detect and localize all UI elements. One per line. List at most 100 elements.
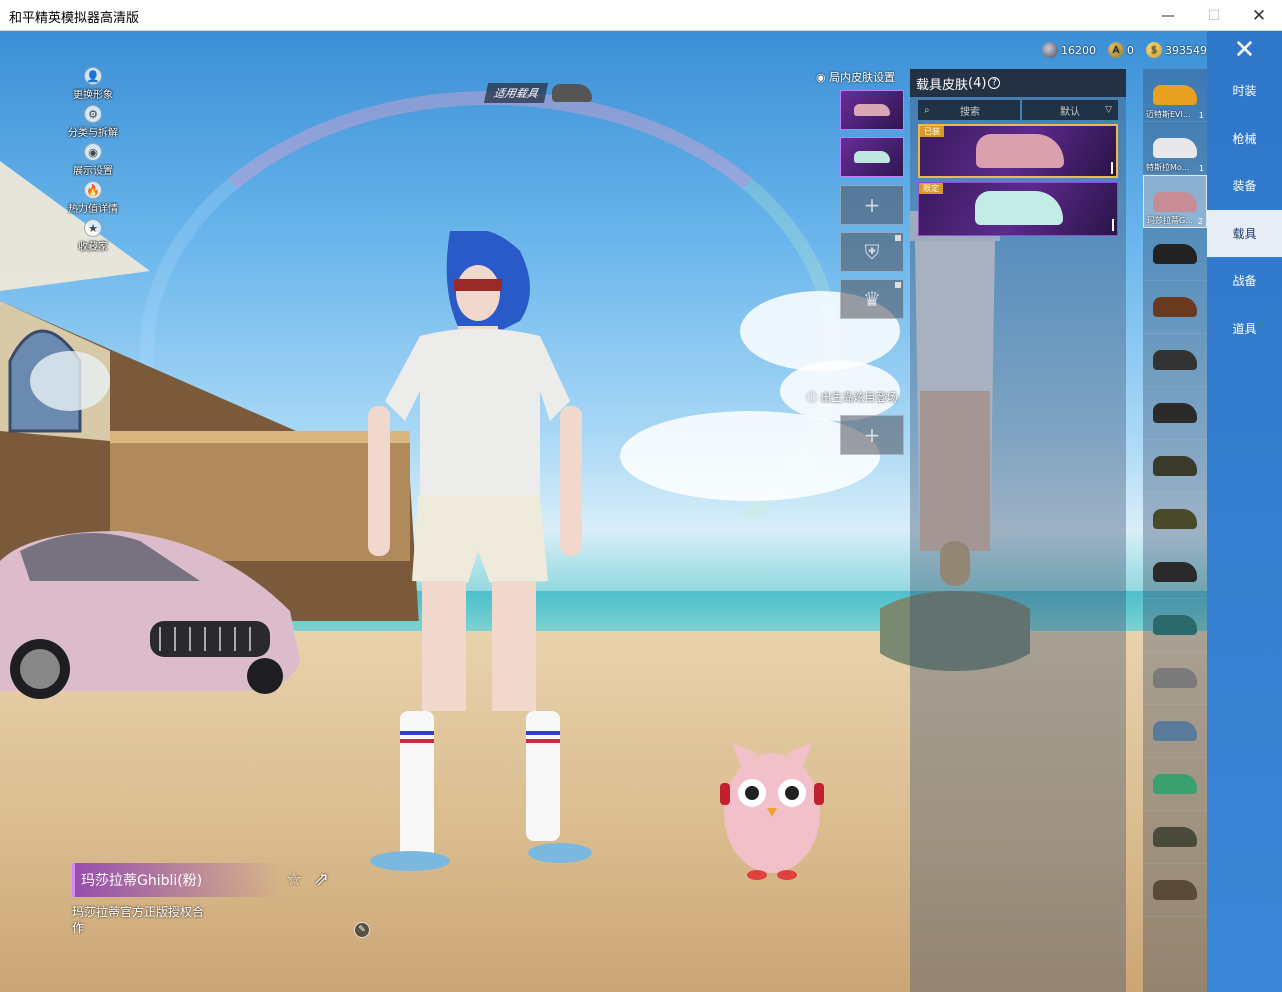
help-icon: ⓘ <box>806 391 821 404</box>
add-skin-slot-button[interactable]: + <box>840 185 904 225</box>
vehicle-item[interactable] <box>1143 652 1207 705</box>
sort-dropdown[interactable]: 默认 ▽ <box>1022 100 1118 120</box>
close-panel-button[interactable]: ✕ <box>1207 31 1282 69</box>
menu-label: 热力值详情 <box>68 204 118 215</box>
jeep-icon <box>1153 456 1197 476</box>
chevron-down-icon: ▽ <box>1105 105 1112 115</box>
gold-amount: 393549 <box>1165 43 1207 57</box>
applicable-vehicle-tag: 适用载具 <box>483 80 592 106</box>
change-appearance-item[interactable]: 👤 更换形象 <box>56 67 130 105</box>
vehicle-item[interactable] <box>1143 546 1207 599</box>
vehicle-item-selected[interactable]: 玛莎拉蒂G... 2 <box>1143 175 1207 228</box>
sort-label: 默认 <box>1060 106 1080 118</box>
vehicle-list: 迈特斯EVI... 1 特斯拉Mo... 1 玛莎拉蒂G... 2 <box>1143 69 1207 992</box>
menu-label: 展示设置 <box>73 166 113 177</box>
in-match-skin-settings-label[interactable]: ◉ 局内皮肤设置 <box>816 69 895 85</box>
vehicle-skin-panel: 载具皮肤 (4) ? ⌕ 搜索 默认 ▽ 已装 限定 <box>910 69 1126 992</box>
vehicle-item[interactable] <box>1143 493 1207 546</box>
category-sidebar: ✕ 时装 枪械 装备 载具 战备 道具 <box>1207 31 1282 992</box>
tab-equipment[interactable]: 装备 <box>1207 162 1282 209</box>
minimize-button[interactable]: — <box>1145 0 1191 31</box>
tab-vehicles[interactable]: 载具 <box>1207 210 1282 257</box>
license-text: 玛莎拉蒂官方正版授权合作 <box>72 905 205 935</box>
currency-bar: 16200 A 0 $ 393549 <box>1042 40 1207 60</box>
heat-value-item[interactable]: 🔥 热力值详情 <box>56 181 130 219</box>
close-window-button[interactable]: ✕ <box>1236 0 1282 31</box>
locked-slot-shield[interactable]: ⛨ <box>840 232 904 272</box>
car-icon <box>975 191 1063 225</box>
vehicle-item[interactable] <box>1143 387 1207 440</box>
skin-slot-1[interactable] <box>840 90 904 130</box>
vehicle-item[interactable] <box>1143 228 1207 281</box>
skin-card-pink[interactable]: 已装 <box>918 124 1118 178</box>
car-icon <box>1153 721 1197 741</box>
gem-amount: 16200 <box>1061 43 1096 57</box>
vehicle-item[interactable]: 迈特斯EVI... 1 <box>1143 69 1207 122</box>
vehicle-item[interactable] <box>1143 334 1207 387</box>
collector-item[interactable]: ★ 收藏家 <box>56 219 130 257</box>
truck-icon <box>1153 827 1197 847</box>
menu-label: 分类与拆解 <box>68 128 118 139</box>
panel-title: 载具皮肤 <box>916 77 969 93</box>
birth-island-entrance-label[interactable]: ⓘ 出生岛炫目登场 <box>806 389 898 405</box>
indicator-bar <box>1112 219 1114 231</box>
person-icon: 👤 <box>84 67 102 85</box>
share-icon[interactable]: ⇗ <box>314 869 329 890</box>
tab-combat-gear[interactable]: 战备 <box>1207 257 1282 304</box>
search-placeholder: 搜索 <box>960 106 980 118</box>
tab-fashion[interactable]: 时装 <box>1207 67 1282 114</box>
add-birth-island-button[interactable]: + <box>840 415 904 455</box>
flame-icon: 🔥 <box>84 181 102 199</box>
car-icon <box>1153 668 1197 688</box>
maximize-button[interactable]: ☐ <box>1191 0 1237 31</box>
shield-icon: ⛨ <box>864 240 880 264</box>
locked-slot-crown[interactable]: ♛ <box>840 279 904 319</box>
tab-items[interactable]: 道具 <box>1207 305 1282 352</box>
vehicle-name: 特斯拉Mo... <box>1146 163 1190 172</box>
player-character-illustration <box>368 231 592 871</box>
car-icon <box>854 104 890 116</box>
skin-count: (4) <box>968 75 987 91</box>
help-icon[interactable]: ? <box>988 77 1001 89</box>
left-side-menu: 👤 更换形象 ⚙ 分类与拆解 ◉ 展示设置 🔥 热力值详情 ★ 收藏家 <box>56 67 130 257</box>
menu-label: 更换形象 <box>73 90 113 101</box>
vehicle-item[interactable] <box>1143 440 1207 493</box>
car-icon <box>854 151 890 163</box>
vehicle-item[interactable] <box>1143 705 1207 758</box>
vehicle-item[interactable] <box>1143 758 1207 811</box>
currency-silver: A 0 <box>1108 42 1134 58</box>
classify-dismantle-item[interactable]: ⚙ 分类与拆解 <box>56 105 130 143</box>
car-icon <box>1153 191 1197 212</box>
currency-gold: $ 393549 <box>1146 42 1207 58</box>
motorcycle-icon <box>1153 244 1197 264</box>
display-settings-item[interactable]: ◉ 展示设置 <box>56 143 130 181</box>
silver-coin-icon: A <box>1108 42 1124 58</box>
jeep-icon <box>1153 509 1197 529</box>
gold-coin-icon: $ <box>1146 42 1162 58</box>
monster-truck-icon <box>1153 562 1197 582</box>
search-sort-row: ⌕ 搜索 默认 ▽ <box>918 100 1118 120</box>
vehicle-count: 1 <box>1198 111 1204 120</box>
gem-icon <box>1042 42 1058 58</box>
motorcycle-icon <box>1153 403 1197 423</box>
skin-card-mint[interactable]: 限定 <box>918 182 1118 236</box>
skin-slot-2[interactable] <box>840 137 904 177</box>
medal-icon: ★ <box>84 219 102 237</box>
vehicle-item[interactable] <box>1143 811 1207 864</box>
vehicle-item[interactable] <box>1143 864 1207 917</box>
car-icon <box>1153 615 1197 635</box>
tab-weapons[interactable]: 枪械 <box>1207 115 1282 162</box>
edit-icon[interactable]: ✎ <box>354 922 370 938</box>
vehicle-item[interactable] <box>1143 281 1207 334</box>
vehicle-item[interactable] <box>1143 599 1207 652</box>
vehicle-item[interactable]: 特斯拉Mo... 1 <box>1143 122 1207 175</box>
silver-amount: 0 <box>1127 43 1134 57</box>
skin-name-badge: 玛莎拉蒂Ghibli(粉) <box>72 863 282 897</box>
star-icon[interactable]: ☆ <box>286 869 302 890</box>
search-input[interactable]: ⌕ 搜索 <box>918 100 1020 120</box>
skin-name: 玛莎拉蒂Ghibli(粉) <box>81 873 203 889</box>
vehicle-count: 1 <box>1198 164 1204 173</box>
eye-icon: ◉ <box>816 71 830 84</box>
plus-icon: + <box>863 423 881 447</box>
currency-gem: 16200 <box>1042 42 1096 58</box>
